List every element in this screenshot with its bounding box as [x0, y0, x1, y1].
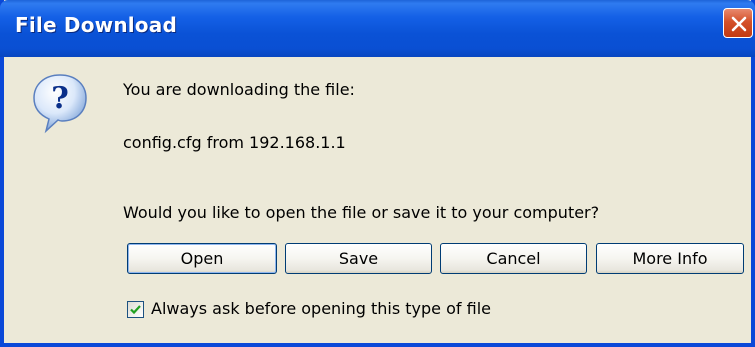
download-notice: You are downloading the file: — [123, 80, 355, 99]
cancel-button[interactable]: Cancel — [440, 243, 587, 274]
svg-text:?: ? — [51, 81, 69, 116]
save-button[interactable]: Save — [285, 243, 432, 274]
window-title: File Download — [15, 13, 177, 37]
question-icon: ? — [33, 74, 87, 134]
checkmark-icon — [130, 305, 141, 315]
title-bar[interactable]: File Download — [0, 0, 755, 57]
open-or-save-question: Would you like to open the file or save … — [123, 203, 600, 222]
more-info-button[interactable]: More Info — [596, 243, 744, 274]
file-source: config.cfg from 192.168.1.1 — [123, 133, 346, 152]
dialog-content: ? You are downloading the file: config.c… — [4, 57, 751, 343]
always-ask-checkbox[interactable] — [127, 301, 144, 318]
close-icon — [731, 16, 747, 32]
file-download-dialog: File Download ? You are downloading the … — [0, 0, 755, 347]
close-button[interactable] — [723, 8, 753, 38]
open-button[interactable]: Open — [127, 243, 277, 274]
always-ask-label[interactable]: Always ask before opening this type of f… — [151, 299, 491, 318]
